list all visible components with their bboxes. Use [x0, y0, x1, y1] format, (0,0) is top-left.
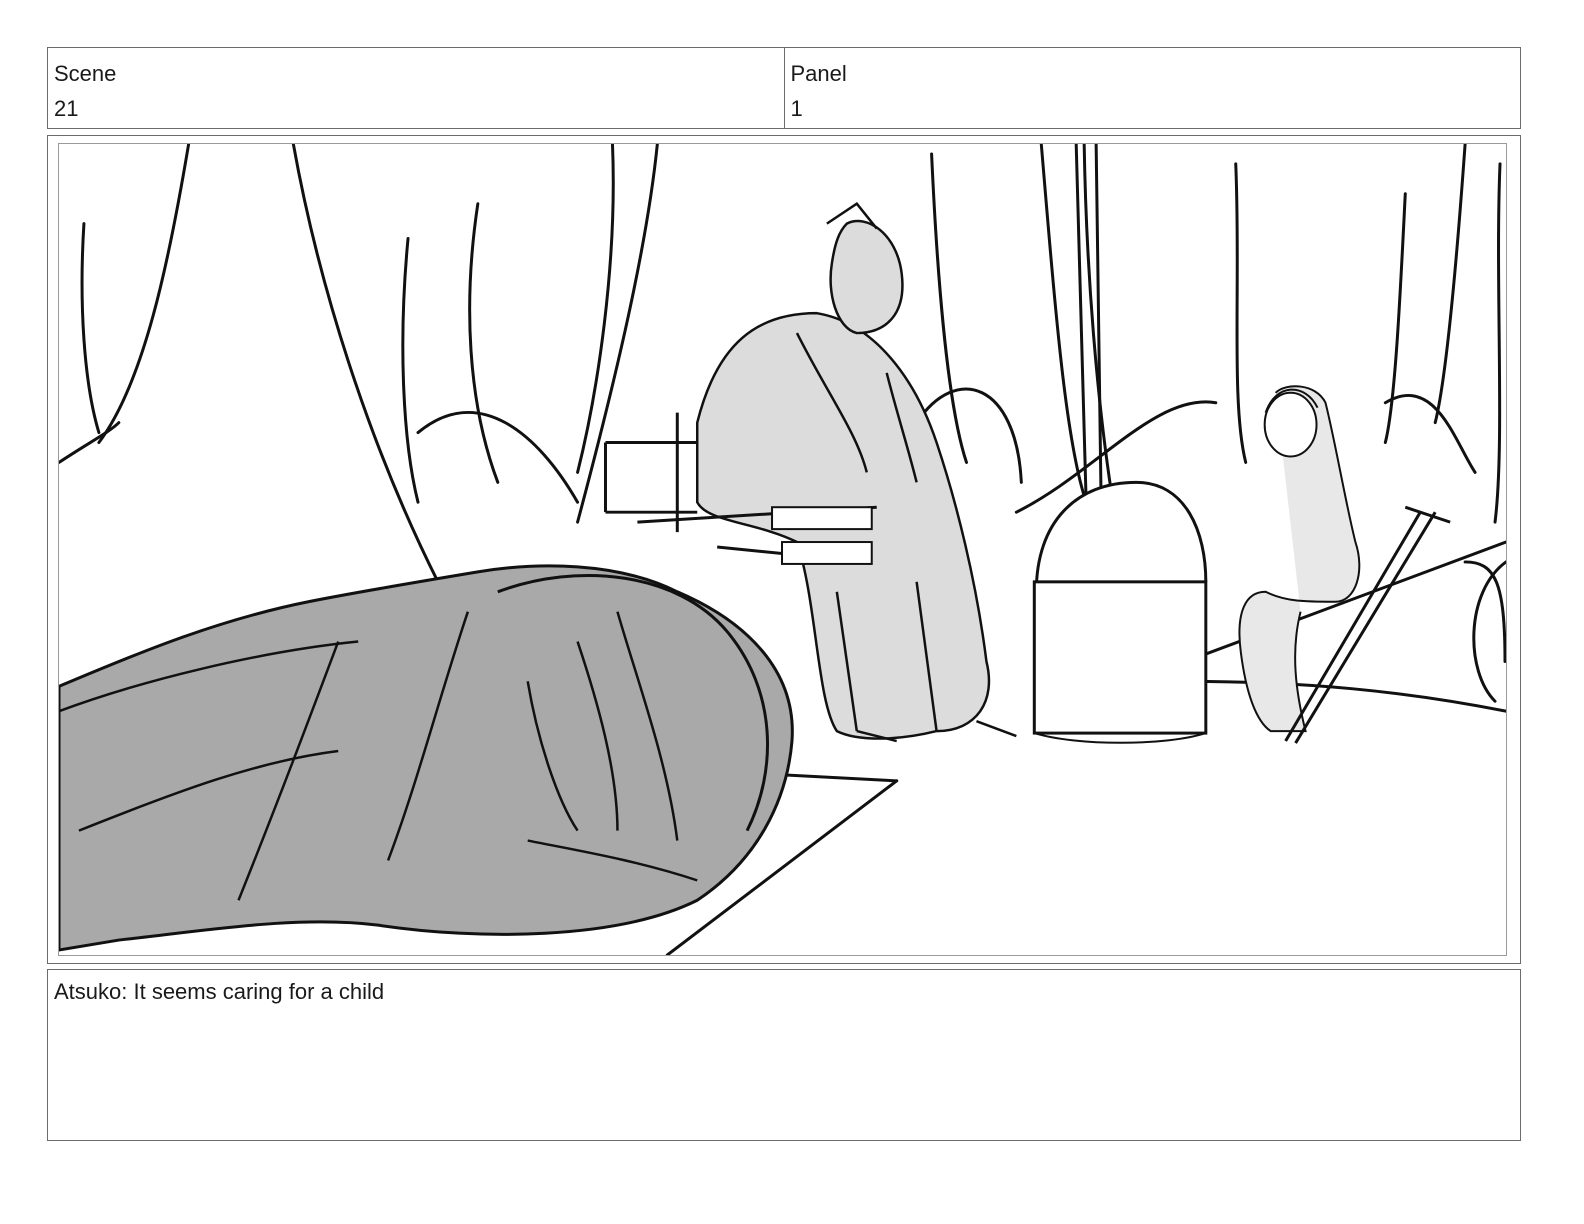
storyboard-panel-frame — [47, 135, 1521, 964]
girl-figure — [1238, 385, 1361, 733]
scene-cell: Scene 21 — [48, 48, 784, 128]
lamp-box — [1032, 480, 1208, 744]
scene-number: 21 — [54, 96, 79, 121]
storyboard-sketch — [59, 144, 1506, 955]
panel-number: 1 — [790, 96, 803, 121]
panel-cell: Panel 1 — [783, 48, 1521, 128]
sleeping-figure — [59, 564, 794, 952]
dialogue-notes: Atsuko: It seems caring for a child — [47, 969, 1521, 1141]
small-shrine — [603, 412, 698, 533]
dialogue-text: Atsuko: It seems caring for a child — [54, 979, 385, 1004]
scene-label: Scene — [54, 61, 117, 86]
panel-label: Panel — [790, 61, 847, 86]
header-table: Scene 21 Panel 1 — [47, 47, 1521, 129]
storyboard-panel — [58, 143, 1507, 956]
